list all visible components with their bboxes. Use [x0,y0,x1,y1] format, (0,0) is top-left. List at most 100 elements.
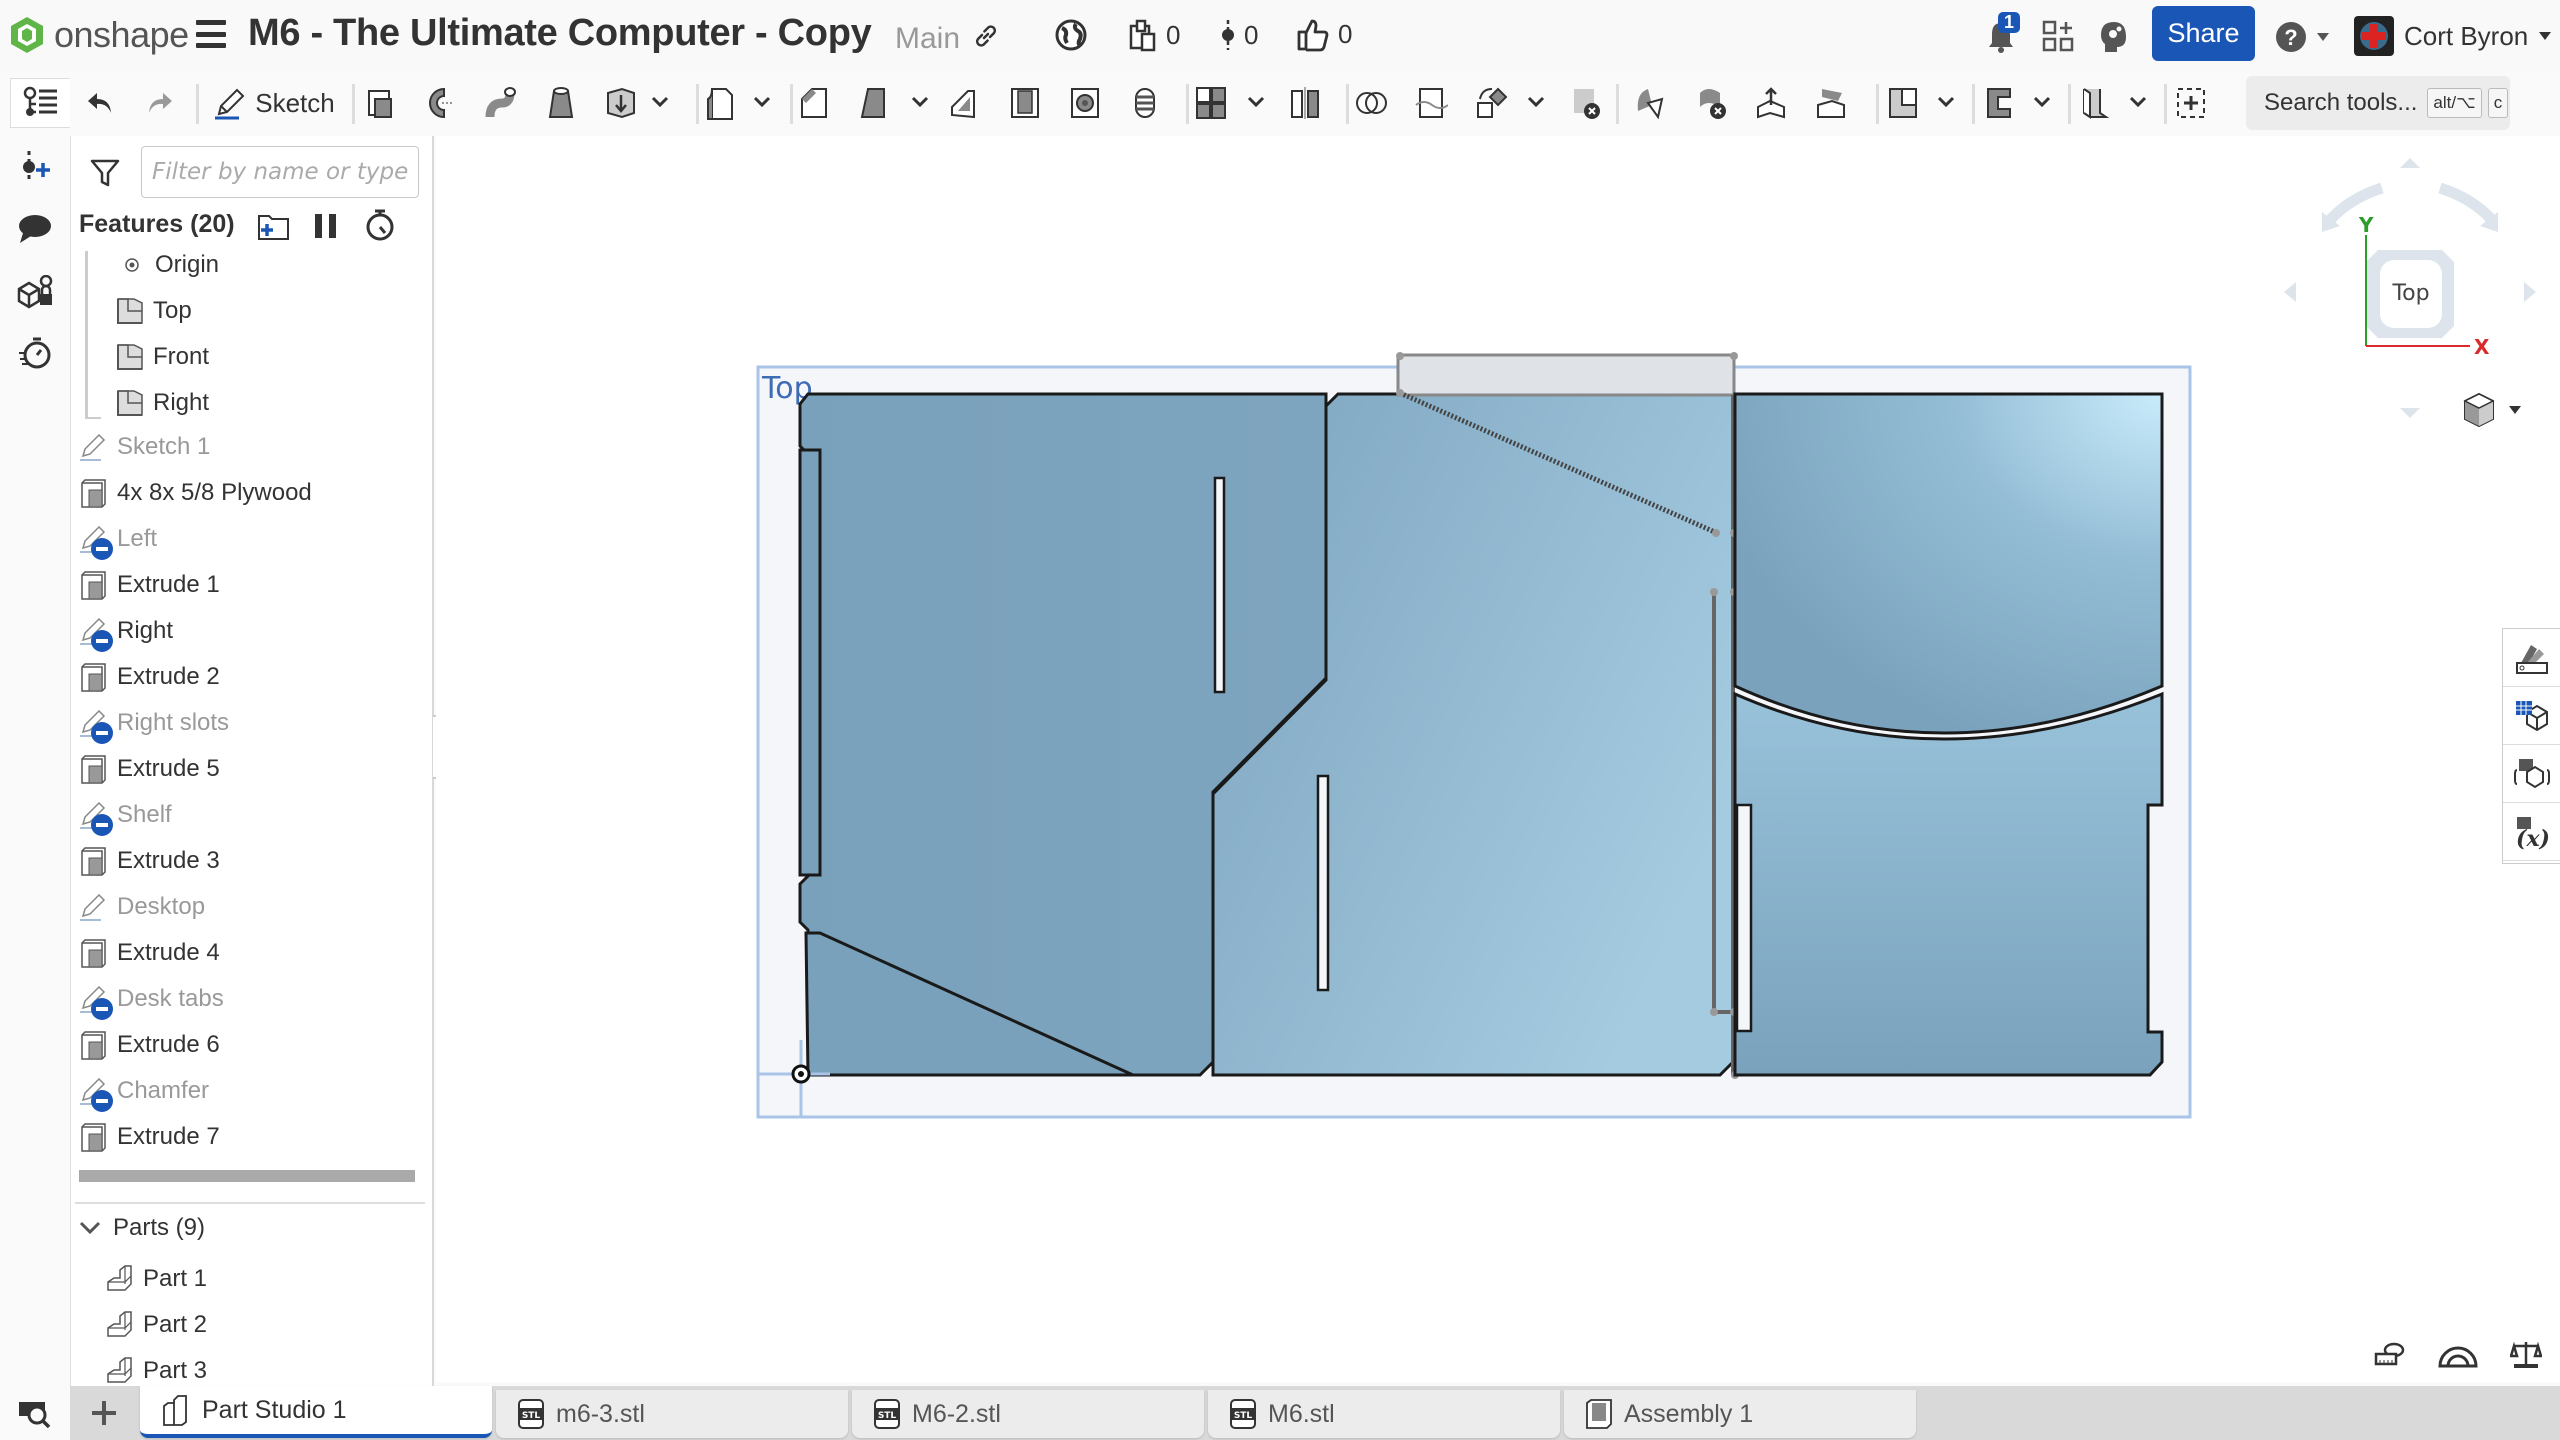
move-face-button[interactable] [1744,80,1798,126]
configuration-variables-button[interactable]: (x) [2503,803,2560,861]
part-item[interactable]: Part 2 [105,1302,432,1348]
feature-item[interactable]: Desk tabs [79,976,419,1022]
view-options-menu[interactable] [2462,392,2522,428]
chamfer-button[interactable] [788,80,842,126]
thread-button[interactable] [1118,80,1172,126]
tab-m6-3-stl[interactable]: STL m6-3.stl [496,1390,848,1438]
dropdown-chevron-icon[interactable] [1246,92,1266,112]
branches-counter[interactable]: 0 [1220,18,1258,52]
filter-icon[interactable] [89,158,121,193]
feature-item[interactable]: Extrude 2 [79,654,419,700]
feature-item[interactable]: Extrude 5 [79,746,419,792]
pause-rollback-button[interactable] [313,212,339,245]
part-left-strip[interactable] [798,448,822,877]
replace-face-button[interactable] [1804,80,1858,126]
comments-button[interactable] [10,204,60,254]
sketch-button[interactable]: Sketch [212,80,336,126]
feature-item[interactable]: Extrude 7 [79,1114,419,1160]
parts-section-header[interactable]: Parts (9) [79,1214,205,1242]
feature-item[interactable]: Right slots [79,700,419,746]
rotate-left-icon[interactable] [2284,282,2296,302]
feature-item[interactable]: Extrude 3 [79,838,419,884]
sweep-button[interactable] [474,80,528,126]
help-menu[interactable]: ? [2274,20,2330,54]
rib-button[interactable] [938,80,992,126]
hole-button[interactable] [1058,80,1112,126]
pattern-button[interactable] [1184,80,1238,126]
loft-button[interactable] [534,80,588,126]
feature-item[interactable]: Extrude 6 [79,1022,419,1068]
insert-mate-connector-button[interactable] [10,142,60,192]
performance-button[interactable] [10,328,60,378]
split-button[interactable] [1404,80,1458,126]
tree-item-origin[interactable]: Origin [117,242,432,288]
frame-button[interactable] [1972,80,2026,126]
tab-part-studio-1[interactable]: Part Studio 1 [140,1386,492,1438]
rotate-ccw-icon[interactable] [2325,182,2384,224]
mass-properties-button[interactable] [2509,1340,2543,1375]
plane-button[interactable] [1876,80,1930,126]
add-tab-button[interactable] [70,1386,138,1440]
extrude-button[interactable] [356,80,410,126]
feature-item[interactable]: Right [79,608,419,654]
rollback-bar[interactable] [79,1170,415,1182]
tree-item-top[interactable]: Top [115,288,432,334]
variable-table-button[interactable] [2503,745,2560,803]
rotate-right-icon[interactable] [2524,282,2536,302]
thicken-button[interactable] [594,80,648,126]
revolve-button[interactable] [414,80,468,126]
likes-counter[interactable]: 0 [1296,16,1352,52]
feature-item[interactable]: Sketch 1 [79,424,419,470]
tab-m6-stl[interactable]: STL M6.stl [1208,1390,1560,1438]
dropdown-chevron-icon[interactable] [1526,92,1546,112]
tree-item-right[interactable]: Right [115,380,432,426]
onshape-logo[interactable]: onshape [10,14,189,56]
part-item[interactable]: Part 3 [105,1348,432,1386]
versions-counter[interactable]: 0 [1128,18,1180,52]
add-custom-feature-button[interactable] [2164,80,2218,126]
share-button[interactable]: Share [2152,6,2255,61]
mirror-button[interactable] [1278,80,1332,126]
boolean-button[interactable] [1344,80,1398,126]
shell-button[interactable] [998,80,1052,126]
transform-button[interactable] [1464,80,1518,126]
part-right-upper[interactable] [1733,392,2164,735]
fillet-button[interactable] [694,80,748,126]
link-icon[interactable] [972,22,1000,55]
appearance-button[interactable] [2503,629,2560,687]
feature-item[interactable]: Extrude 4 [79,930,419,976]
tree-item-front[interactable]: Front [115,334,432,380]
model-canvas[interactable]: Top [436,136,2560,1382]
part-right-lower[interactable] [1733,691,2164,1077]
rotate-cw-icon[interactable] [2438,182,2497,224]
feature-item[interactable]: Shelf [79,792,419,838]
filter-input[interactable] [141,146,419,198]
rotate-down-icon[interactable] [2400,408,2420,418]
user-menu[interactable]: Cort Byron [2354,16,2552,56]
sheet-metal-button[interactable] [2068,80,2122,126]
dropdown-chevron-icon[interactable] [2128,92,2148,112]
feature-item[interactable]: Desktop [79,884,419,930]
delete-part-button[interactable] [1558,80,1612,126]
app-store-icon[interactable] [2042,20,2074,59]
bom-button[interactable] [2503,687,2560,745]
dropdown-chevron-icon[interactable] [752,92,772,112]
feature-item[interactable]: 4x 8x 5/8 Plywood [79,470,419,516]
measure-distance-button[interactable] [2374,1340,2406,1375]
dropdown-chevron-icon[interactable] [2032,92,2052,112]
feature-item[interactable]: Extrude 1 [79,562,419,608]
configuration-button[interactable] [10,268,60,318]
dropdown-chevron-icon[interactable] [910,92,930,112]
globe-icon[interactable] [1054,18,1088,57]
feature-item[interactable]: Left [79,516,419,562]
tab-m6-2-stl[interactable]: STL M6-2.stl [852,1390,1204,1438]
undo-button[interactable] [80,80,120,126]
dropdown-chevron-icon[interactable] [650,92,670,112]
learning-center-icon[interactable] [2098,20,2130,59]
menu-icon[interactable] [196,20,226,48]
feature-item[interactable]: Chamfer [79,1068,419,1114]
draft-button[interactable] [848,80,902,126]
dropdown-chevron-icon[interactable] [1936,92,1956,112]
tab-manager-button[interactable] [0,1386,70,1440]
redo-button[interactable] [140,80,180,126]
